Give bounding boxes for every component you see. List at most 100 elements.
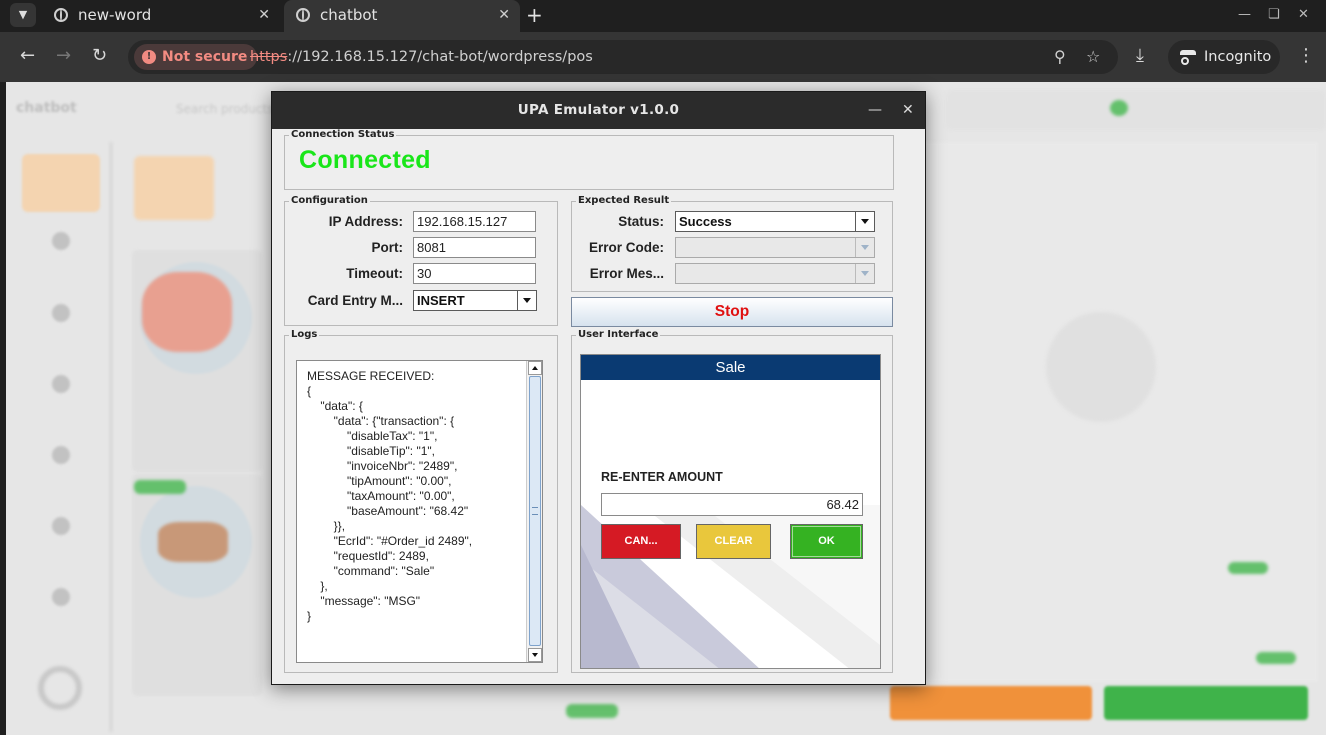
- wifi-icon: [1110, 100, 1128, 116]
- download-icon[interactable]: ⤓: [1136, 44, 1144, 68]
- user-interface-group: User Interface Sale RE-ENTER AMOUNT 68.4…: [571, 330, 893, 673]
- zoom-icon[interactable]: ⚲: [1054, 47, 1066, 66]
- url-scheme: https: [250, 49, 288, 65]
- chevron-down-icon[interactable]: [855, 238, 874, 257]
- minimize-icon[interactable]: —: [1238, 0, 1251, 30]
- reset-icon: [52, 588, 70, 606]
- report-icon: [52, 446, 70, 464]
- close-icon[interactable]: ✕: [902, 92, 914, 129]
- product-card[interactable]: [132, 474, 262, 696]
- chevron-down-icon[interactable]: [517, 291, 536, 310]
- security-chip[interactable]: ! Not secure: [134, 44, 258, 70]
- clear-button[interactable]: CLEAR: [696, 524, 771, 559]
- sidebar-item-orders[interactable]: [24, 375, 98, 399]
- group-legend: Connection Status: [291, 129, 395, 140]
- cancel-button[interactable]: CAN...: [601, 524, 681, 559]
- globe-icon: [296, 8, 310, 22]
- avatar[interactable]: [38, 666, 82, 710]
- product-badge: [134, 480, 186, 494]
- sidebar-item-settings[interactable]: [24, 517, 98, 541]
- ok-button[interactable]: OK: [790, 524, 863, 559]
- new-tab-button[interactable]: +: [526, 0, 543, 30]
- warning-icon: !: [142, 50, 156, 64]
- group-legend: User Interface: [578, 329, 659, 340]
- stop-button[interactable]: Stop: [571, 297, 893, 327]
- reload-icon[interactable]: ↻: [92, 44, 107, 68]
- tab-search-button[interactable]: ▼: [10, 3, 36, 27]
- browser-toolbar: ← → ↻ ! Not secure https://192.168.15.12…: [0, 32, 1326, 82]
- tab-new-word[interactable]: new-word ✕: [42, 0, 280, 30]
- prompt-text: RE-ENTER AMOUNT: [601, 470, 723, 484]
- connection-status-group: Connection Status Connected: [284, 130, 894, 190]
- ip-address-input[interactable]: 192.168.15.127: [413, 211, 536, 232]
- chevron-down-icon[interactable]: [855, 264, 874, 283]
- error-message-label: Error Mes...: [589, 266, 664, 281]
- net-total-value: [1256, 652, 1296, 664]
- error-code-select[interactable]: [675, 237, 875, 258]
- pay-button[interactable]: [1104, 686, 1308, 720]
- sidebar-item-report[interactable]: [24, 446, 98, 470]
- empty-cart-icon: [1046, 312, 1156, 422]
- minimize-icon[interactable]: —: [868, 92, 882, 129]
- upa-emulator-window: UPA Emulator v1.0.0 — ✕ Connection Statu…: [271, 91, 926, 685]
- screen-header: Sale: [581, 355, 880, 380]
- scroll-down-icon[interactable]: [528, 648, 542, 662]
- ok-label: OK: [792, 526, 861, 557]
- cashier-icon: [52, 304, 70, 322]
- timeout-input[interactable]: 30: [413, 263, 536, 284]
- search-input[interactable]: Search products: [176, 102, 273, 116]
- close-window-icon[interactable]: ✕: [1298, 0, 1309, 30]
- terminal-screen: Sale RE-ENTER AMOUNT 68.42 CAN... CLEAR …: [580, 354, 881, 669]
- sidebar-divider: [110, 142, 112, 732]
- address-bar[interactable]: ! Not secure https://192.168.15.127/chat…: [128, 40, 1118, 74]
- scroll-up-icon[interactable]: [528, 361, 542, 375]
- amount-input[interactable]: 68.42: [601, 493, 863, 516]
- status-label: Status:: [618, 214, 664, 229]
- group-legend: Expected Result: [578, 195, 670, 206]
- error-message-select[interactable]: [675, 263, 875, 284]
- logs-textarea[interactable]: MESSAGE RECEIVED: { "data": { "data": {"…: [296, 360, 543, 663]
- incognito-icon: [1180, 50, 1196, 65]
- incognito-badge[interactable]: Incognito: [1168, 40, 1280, 74]
- close-icon[interactable]: ✕: [498, 0, 510, 30]
- port-label: Port:: [371, 240, 404, 255]
- sidebar-item-customers[interactable]: [24, 232, 98, 256]
- chevron-down-icon[interactable]: [855, 212, 874, 231]
- kebab-menu-icon[interactable]: ⋮: [1297, 44, 1315, 68]
- star-icon[interactable]: ☆: [1086, 47, 1100, 66]
- product-image: [158, 522, 228, 562]
- sidebar-item-cashier[interactable]: [24, 304, 98, 328]
- grand-total-value: [1228, 562, 1268, 574]
- product-badge: [566, 704, 618, 718]
- security-label: Not secure: [162, 49, 248, 65]
- forward-arrow-icon[interactable]: →: [56, 44, 71, 68]
- url-rest: ://192.168.15.127/chat-bot/wordpress/pos: [287, 49, 593, 65]
- close-icon[interactable]: ✕: [258, 0, 270, 30]
- window-titlebar[interactable]: UPA Emulator v1.0.0 — ✕: [272, 92, 925, 129]
- expected-result-group: Expected Result Status: Success Error Co…: [571, 196, 893, 292]
- category-tile-active[interactable]: [134, 156, 214, 220]
- port-input[interactable]: 8081: [413, 237, 536, 258]
- sidebar-item-active[interactable]: [22, 154, 100, 212]
- card-entry-select[interactable]: INSERT: [413, 290, 537, 311]
- scroll-thumb[interactable]: [529, 376, 541, 646]
- user-icon: [52, 232, 70, 250]
- sidebar-item-reset[interactable]: [24, 588, 98, 612]
- logs-scrollbar[interactable]: [526, 361, 542, 662]
- restore-icon[interactable]: ❏: [1268, 0, 1280, 30]
- tab-label: new-word: [78, 6, 152, 24]
- back-arrow-icon[interactable]: ←: [20, 44, 35, 68]
- incognito-label: Incognito: [1204, 49, 1272, 65]
- top-icon-bar: [946, 90, 1326, 130]
- card-entry-label: Card Entry M...: [307, 293, 403, 308]
- timeout-label: Timeout:: [346, 266, 403, 281]
- tab-chatbot[interactable]: chatbot ✕: [284, 0, 520, 32]
- configuration-group: Configuration IP Address: 192.168.15.127…: [284, 196, 558, 326]
- tab-label: chatbot: [320, 6, 378, 24]
- hold-button[interactable]: [890, 686, 1092, 720]
- status-select[interactable]: Success: [675, 211, 875, 232]
- brand-title: chatbot: [16, 100, 77, 116]
- gear-icon: [52, 517, 70, 535]
- product-image: [142, 272, 232, 352]
- url-text[interactable]: https://192.168.15.127/chat-bot/wordpres…: [250, 40, 593, 74]
